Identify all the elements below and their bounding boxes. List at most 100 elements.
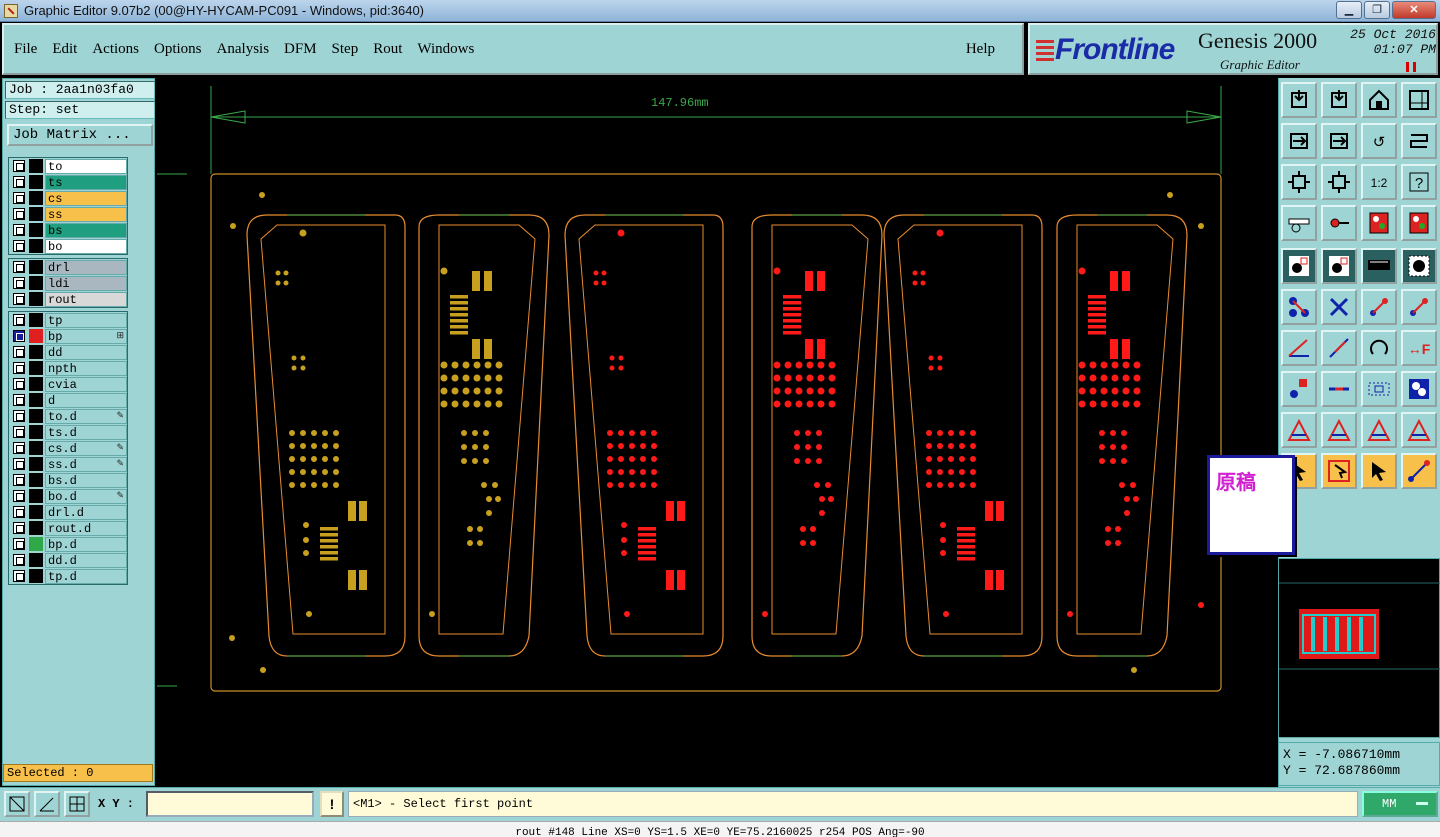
layer-row-d[interactable]: d <box>9 392 127 408</box>
arc-button[interactable] <box>1361 330 1397 366</box>
layer-color-swatch[interactable] <box>29 425 43 439</box>
layer-color-swatch[interactable] <box>29 441 43 455</box>
layer-color-swatch[interactable] <box>29 505 43 519</box>
layer-color-swatch[interactable] <box>29 409 43 423</box>
layer-name[interactable]: cs <box>45 190 127 206</box>
layer-checkbox[interactable] <box>13 442 25 454</box>
layer-color-swatch[interactable] <box>29 473 43 487</box>
layer-checkbox[interactable] <box>13 277 25 289</box>
layer-row-tp-d[interactable]: tp.d <box>9 568 127 584</box>
layer-checkbox[interactable] <box>13 458 25 470</box>
layer-color-swatch[interactable] <box>29 292 43 306</box>
layer-name[interactable]: rout <box>45 291 127 307</box>
center-button[interactable] <box>1321 164 1357 200</box>
layer-row-bs-d[interactable]: bs.d <box>9 472 127 488</box>
layer-name[interactable]: drl <box>45 259 127 275</box>
layer-checkbox[interactable] <box>13 240 25 252</box>
layer-row-cvia[interactable]: cvia <box>9 376 127 392</box>
triangle-button[interactable] <box>1281 412 1317 448</box>
select-poly-button[interactable] <box>1321 248 1357 284</box>
layer-name[interactable]: tp <box>45 312 127 328</box>
probe-button[interactable] <box>1321 205 1357 241</box>
layer-name[interactable]: d <box>45 392 127 408</box>
layer-name[interactable]: ss.d <box>45 456 127 472</box>
layer-name[interactable]: ss <box>45 206 127 222</box>
dot-button[interactable] <box>1401 248 1437 284</box>
net-button[interactable] <box>1281 289 1317 325</box>
ruler-button[interactable] <box>1361 248 1397 284</box>
layer-checkbox[interactable] <box>13 330 25 342</box>
layer-name[interactable]: bs.d <box>45 472 127 488</box>
layer-name[interactable]: tp.d <box>45 568 127 584</box>
layer-checkbox[interactable] <box>13 490 25 502</box>
fit-button[interactable] <box>1281 164 1317 200</box>
layer-row-bo[interactable]: bo <box>9 238 127 254</box>
flip-button[interactable]: ↔F <box>1401 330 1437 366</box>
layer-checkbox[interactable] <box>13 261 25 273</box>
layer-name[interactable]: rout.d <box>45 520 127 536</box>
box-arrow-button[interactable] <box>1321 453 1357 489</box>
layer-checkbox[interactable] <box>13 293 25 305</box>
pcb-drawing[interactable] <box>157 78 1277 787</box>
minimap[interactable] <box>1278 558 1440 738</box>
window-button[interactable] <box>1401 82 1437 118</box>
triangle-a-button[interactable] <box>1361 412 1397 448</box>
layer-name[interactable]: ts.d <box>45 424 127 440</box>
layer-checkbox[interactable] <box>13 410 25 422</box>
menu-windows[interactable]: Windows <box>417 41 474 58</box>
layer-color-swatch[interactable] <box>29 313 43 327</box>
layer-name[interactable]: bo.d <box>45 488 127 504</box>
cross-button[interactable] <box>1321 289 1357 325</box>
layer-checkbox[interactable] <box>13 160 25 172</box>
layer-color-swatch[interactable] <box>29 393 43 407</box>
layer-name[interactable]: npth <box>45 360 127 376</box>
layer-checkbox[interactable] <box>13 538 25 550</box>
menu-edit[interactable]: Edit <box>52 41 77 58</box>
layer-checkbox[interactable] <box>13 192 25 204</box>
layer-row-ldi[interactable]: ldi <box>9 275 127 291</box>
layer-row-drl-d[interactable]: drl.d <box>9 504 127 520</box>
layer-row-rout-d[interactable]: rout.d <box>9 520 127 536</box>
layer-color-swatch[interactable] <box>29 329 43 343</box>
layer-row-ts[interactable]: ts <box>9 174 127 190</box>
layer-color-swatch[interactable] <box>29 521 43 535</box>
snap-corner-button[interactable] <box>4 791 30 817</box>
layer-color-swatch[interactable] <box>29 223 43 237</box>
layer-checkbox[interactable] <box>13 570 25 582</box>
help-button[interactable]: ? <box>1401 164 1437 200</box>
layer-checkbox[interactable] <box>13 346 25 358</box>
layer-row-bs[interactable]: bs <box>9 222 127 238</box>
layer-checkbox[interactable] <box>13 224 25 236</box>
menu-analysis[interactable]: Analysis <box>217 41 270 58</box>
layer-name[interactable]: drl.d <box>45 504 127 520</box>
layer-checkbox[interactable] <box>13 394 25 406</box>
layer-color-swatch[interactable] <box>29 159 43 173</box>
menu-help[interactable]: Help <box>966 41 995 58</box>
layer-name[interactable]: bp.d <box>45 536 127 552</box>
layer-row-cs[interactable]: cs <box>9 190 127 206</box>
units-selector[interactable]: MM <box>1362 791 1438 817</box>
layer-color-swatch[interactable] <box>29 553 43 567</box>
snap-angle-button[interactable] <box>34 791 60 817</box>
triangle-b-button[interactable] <box>1401 412 1437 448</box>
scale-button[interactable]: 1:2 <box>1361 164 1397 200</box>
layer-row-tp[interactable]: tp <box>9 312 127 328</box>
bar-button[interactable] <box>1321 371 1357 407</box>
layer-color-swatch[interactable] <box>29 489 43 503</box>
angle-button[interactable] <box>1281 330 1317 366</box>
layer-checkbox[interactable] <box>13 522 25 534</box>
layer-color-swatch[interactable] <box>29 276 43 290</box>
layer-color-swatch[interactable] <box>29 207 43 221</box>
connect-button[interactable] <box>1361 289 1397 325</box>
rotate-button[interactable]: ↺ <box>1361 123 1397 159</box>
layer-color-swatch[interactable] <box>29 260 43 274</box>
move-right-button[interactable] <box>1321 123 1357 159</box>
menu-step[interactable]: Step <box>332 41 359 58</box>
layer-color-swatch[interactable] <box>29 345 43 359</box>
xy-input[interactable] <box>146 791 314 817</box>
execute-button[interactable]: ! <box>320 791 344 817</box>
menu-rout[interactable]: Rout <box>373 41 402 58</box>
layer-checkbox[interactable] <box>13 362 25 374</box>
layer-color-swatch[interactable] <box>29 191 43 205</box>
snap-top-button[interactable] <box>1281 82 1317 118</box>
